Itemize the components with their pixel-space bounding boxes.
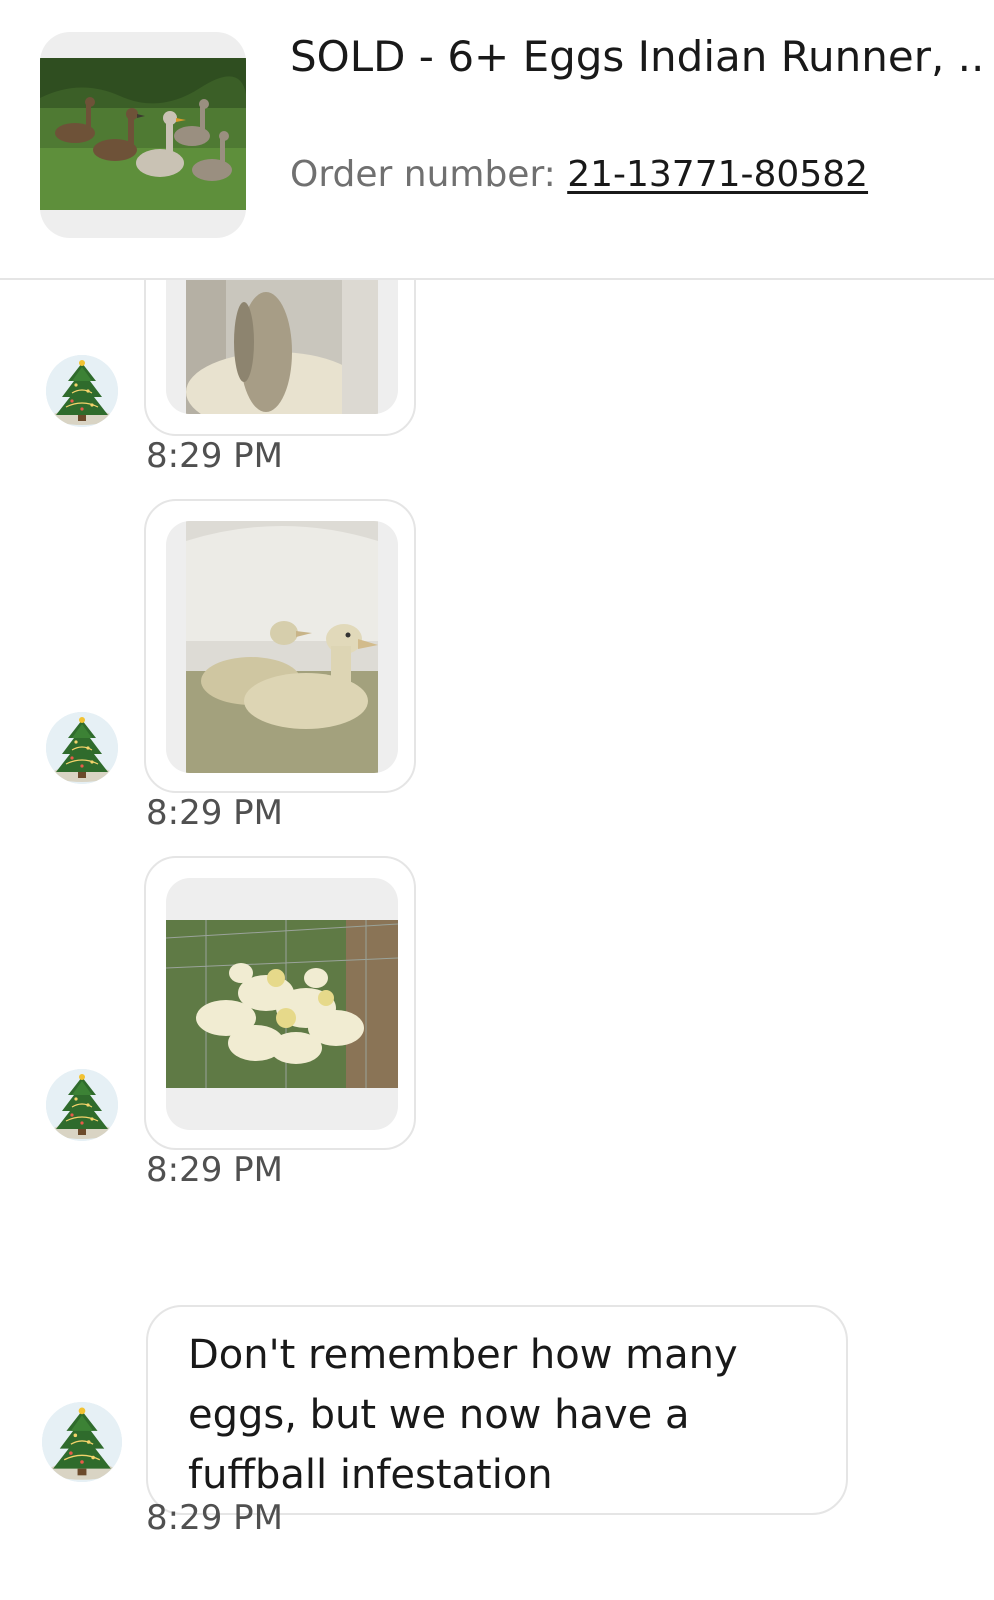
message-image-frame[interactable] xyxy=(166,878,398,1130)
listing-title[interactable]: SOLD - 6+ Eggs Indian Runner, ... xyxy=(290,28,980,86)
runner-ducks-photo xyxy=(40,58,246,210)
order-header[interactable]: SOLD - 6+ Eggs Indian Runner, ... Order … xyxy=(0,0,994,280)
message-image-frame[interactable] xyxy=(166,280,398,414)
ducklings-in-tub-photo xyxy=(186,280,378,414)
message-image-frame[interactable] xyxy=(166,521,398,773)
image-message-bubble[interactable] xyxy=(144,856,416,1150)
sender-avatar[interactable] xyxy=(46,355,118,427)
message-timestamp: 8:29 PM xyxy=(146,1150,283,1190)
message-thread-screen: SOLD - 6+ Eggs Indian Runner, ... Order … xyxy=(0,0,994,1600)
order-number-label: Order number: xyxy=(290,154,568,195)
christmas-tree-avatar xyxy=(46,712,118,784)
item-thumbnail[interactable] xyxy=(40,32,246,238)
christmas-tree-avatar xyxy=(46,355,118,427)
message-timestamp: 8:29 PM xyxy=(146,793,283,833)
ducklings-on-grass-photo xyxy=(166,920,398,1088)
ducklings-in-water-photo xyxy=(186,521,378,773)
sender-avatar[interactable] xyxy=(46,1069,118,1141)
message-timestamp: 8:29 PM xyxy=(146,436,283,476)
message-text: Don't remember how many eggs, but we now… xyxy=(188,1332,738,1498)
christmas-tree-avatar xyxy=(42,1402,122,1482)
message-timestamp: 8:29 PM xyxy=(146,1498,283,1538)
message-list[interactable]: 8:29 PM 8:29 PM 8:29 PM Don't remember h… xyxy=(0,280,994,1600)
sender-avatar[interactable] xyxy=(42,1402,122,1482)
christmas-tree-avatar xyxy=(46,1069,118,1141)
order-number-link[interactable]: 21-13771-80582 xyxy=(567,154,868,195)
sender-avatar[interactable] xyxy=(46,712,118,784)
text-message-bubble[interactable]: Don't remember how many eggs, but we now… xyxy=(146,1305,848,1515)
order-number-line: Order number: 21-13771-80582 xyxy=(290,148,868,202)
image-message-bubble[interactable] xyxy=(144,499,416,793)
image-message-bubble[interactable] xyxy=(144,280,416,436)
